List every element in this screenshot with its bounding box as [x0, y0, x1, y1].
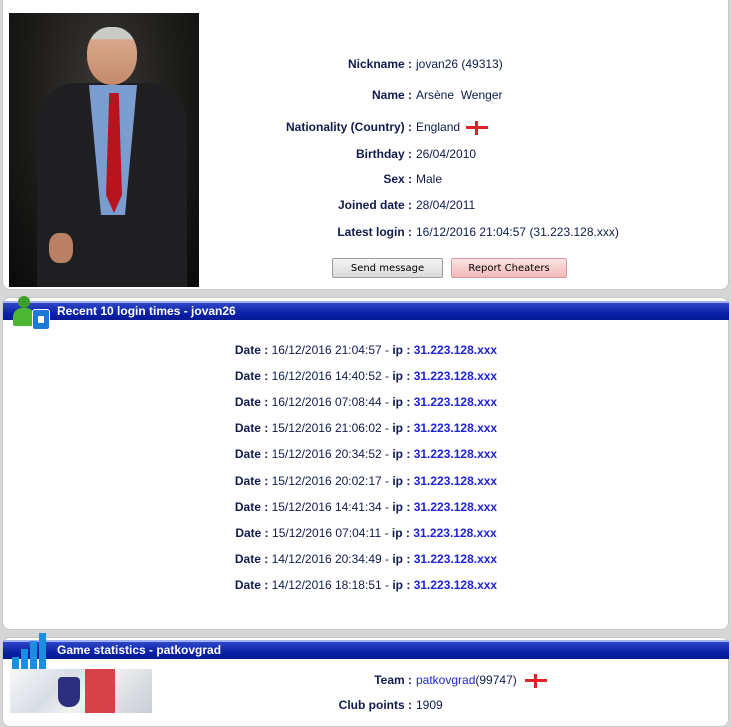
date-label: Date :	[235, 526, 269, 540]
login-date: 15/12/2016 14:41:34	[271, 500, 382, 514]
login-entry: Date : 16/12/2016 21:04:57 - ip : 31.223…	[234, 343, 498, 357]
joined-value: 28/04/2011	[416, 198, 476, 212]
team-row: Team : patkovgrad(99747)	[200, 671, 729, 689]
ip-label: ip :	[391, 526, 410, 540]
login-ip-link[interactable]: 31.223.128.xxx	[414, 343, 497, 357]
banner-crest	[58, 677, 80, 707]
date-label: Date :	[234, 578, 269, 592]
nickname-value: jovan26 (49313)	[416, 57, 503, 71]
login-entry: Date : 15/12/2016 21:06:02 - ip : 31.223…	[234, 421, 498, 435]
birthday-value: 26/04/2010	[416, 147, 477, 161]
login-entry: Date : 15/12/2016 07:04:11 - ip : 31.223…	[235, 526, 497, 540]
date-label: Date :	[234, 421, 269, 435]
login-entry: Date : 15/12/2016 20:34:52 - ip : 31.223…	[234, 447, 498, 461]
login-ip-link[interactable]: 31.223.128.xxx	[414, 474, 497, 488]
team-label: Team :	[374, 673, 412, 687]
banner-stripe	[85, 669, 115, 713]
joined-label: Joined date :	[337, 198, 412, 212]
login-entry: Date : 15/12/2016 14:41:34 - ip : 31.223…	[234, 500, 498, 514]
ip-label: ip :	[392, 447, 411, 461]
login-date: 15/12/2016 20:02:17	[271, 474, 382, 488]
photo-head	[87, 27, 137, 85]
name-label: Name :	[371, 88, 412, 102]
nationality-row: Nationality (Country) : England	[200, 118, 729, 136]
login-ip-link[interactable]: 31.223.128.xxx	[413, 526, 496, 540]
team-banner-image	[10, 669, 152, 713]
profile-photo	[9, 13, 199, 287]
sex-label: Sex :	[383, 172, 412, 186]
login-date: 16/12/2016 14:40:52	[271, 369, 382, 383]
login-entry: Date : 14/12/2016 18:18:51 - ip : 31.223…	[234, 578, 498, 592]
sex-row: Sex : Male	[200, 170, 729, 188]
date-label: Date :	[234, 500, 269, 514]
report-cheaters-button[interactable]: Report Cheaters	[451, 258, 567, 278]
nickname-label: Nickname :	[347, 57, 412, 71]
date-label: Date :	[234, 552, 269, 566]
birthday-row: Birthday : 26/04/2010	[200, 145, 729, 163]
stats-section-header: Game statistics - patkovgrad	[3, 640, 729, 659]
nationality-value: England	[416, 120, 461, 134]
name-value: Arsène Wenger	[416, 88, 503, 102]
login-entry: Date : 15/12/2016 20:02:17 - ip : 31.223…	[234, 474, 498, 488]
login-ip-link[interactable]: 31.223.128.xxx	[414, 500, 497, 514]
ip-label: ip :	[392, 395, 411, 409]
latest-login-label: Latest login :	[337, 225, 412, 239]
club-points-value: 1909	[416, 698, 443, 712]
login-entry: Date : 14/12/2016 20:34:49 - ip : 31.223…	[234, 552, 498, 566]
club-points-label: Club points :	[338, 698, 412, 712]
bar-chart-icon	[12, 633, 50, 669]
login-date: 15/12/2016 21:06:02	[271, 421, 382, 435]
latest-login-row: Latest login : 16/12/2016 21:04:57 (31.2…	[200, 223, 729, 241]
ip-label: ip :	[392, 369, 411, 383]
date-label: Date :	[234, 474, 269, 488]
ip-label: ip :	[392, 474, 411, 488]
login-ip-link[interactable]: 31.223.128.xxx	[414, 369, 497, 383]
team-link[interactable]: patkovgrad	[416, 673, 475, 687]
joined-row: Joined date : 28/04/2011	[200, 196, 729, 214]
user-lock-icon	[12, 296, 50, 330]
nickname-row: Nickname : jovan26 (49313)	[200, 55, 729, 73]
login-date: 14/12/2016 20:34:49	[271, 552, 382, 566]
login-ip-link[interactable]: 31.223.128.xxx	[414, 578, 497, 592]
ip-label: ip :	[392, 500, 411, 514]
login-ip-link[interactable]: 31.223.128.xxx	[414, 447, 497, 461]
club-points-row: Club points : 1909	[200, 696, 729, 714]
date-label: Date :	[234, 395, 269, 409]
date-label: Date :	[234, 343, 269, 357]
latest-login-value: 16/12/2016 21:04:57 (31.223.128.xxx)	[416, 225, 619, 239]
name-row: Name : Arsène Wenger	[200, 86, 729, 104]
login-entry: Date : 16/12/2016 07:08:44 - ip : 31.223…	[234, 395, 498, 409]
england-flag-icon	[466, 120, 489, 135]
nationality-label: Nationality (Country) :	[286, 120, 412, 134]
nationality-value-wrap: England	[416, 118, 489, 136]
team-id: (99747)	[475, 673, 517, 687]
send-message-button[interactable]: Send message	[332, 258, 443, 278]
ip-label: ip :	[392, 578, 411, 592]
date-label: Date :	[234, 369, 269, 383]
birthday-label: Birthday :	[355, 147, 412, 161]
date-label: Date :	[234, 447, 269, 461]
england-flag-icon	[524, 673, 547, 688]
login-ip-link[interactable]: 31.223.128.xxx	[414, 421, 497, 435]
login-date: 15/12/2016 20:34:52	[271, 447, 382, 461]
login-ip-link[interactable]: 31.223.128.xxx	[414, 552, 497, 566]
login-ip-link[interactable]: 31.223.128.xxx	[414, 395, 497, 409]
login-entry: Date : 16/12/2016 14:40:52 - ip : 31.223…	[234, 369, 498, 383]
team-value-wrap: patkovgrad(99747)	[416, 671, 547, 689]
ip-label: ip :	[392, 343, 411, 357]
photo-hand	[49, 233, 73, 263]
login-date: 15/12/2016 07:04:11	[272, 526, 382, 540]
sex-value: Male	[416, 172, 443, 186]
login-date: 16/12/2016 07:08:44	[271, 395, 382, 409]
ip-label: ip :	[392, 421, 411, 435]
logins-section-header: Recent 10 login times - jovan26	[3, 301, 729, 320]
ip-label: ip :	[392, 552, 411, 566]
login-date: 14/12/2016 18:18:51	[271, 578, 382, 592]
login-date: 16/12/2016 21:04:57	[271, 343, 382, 357]
